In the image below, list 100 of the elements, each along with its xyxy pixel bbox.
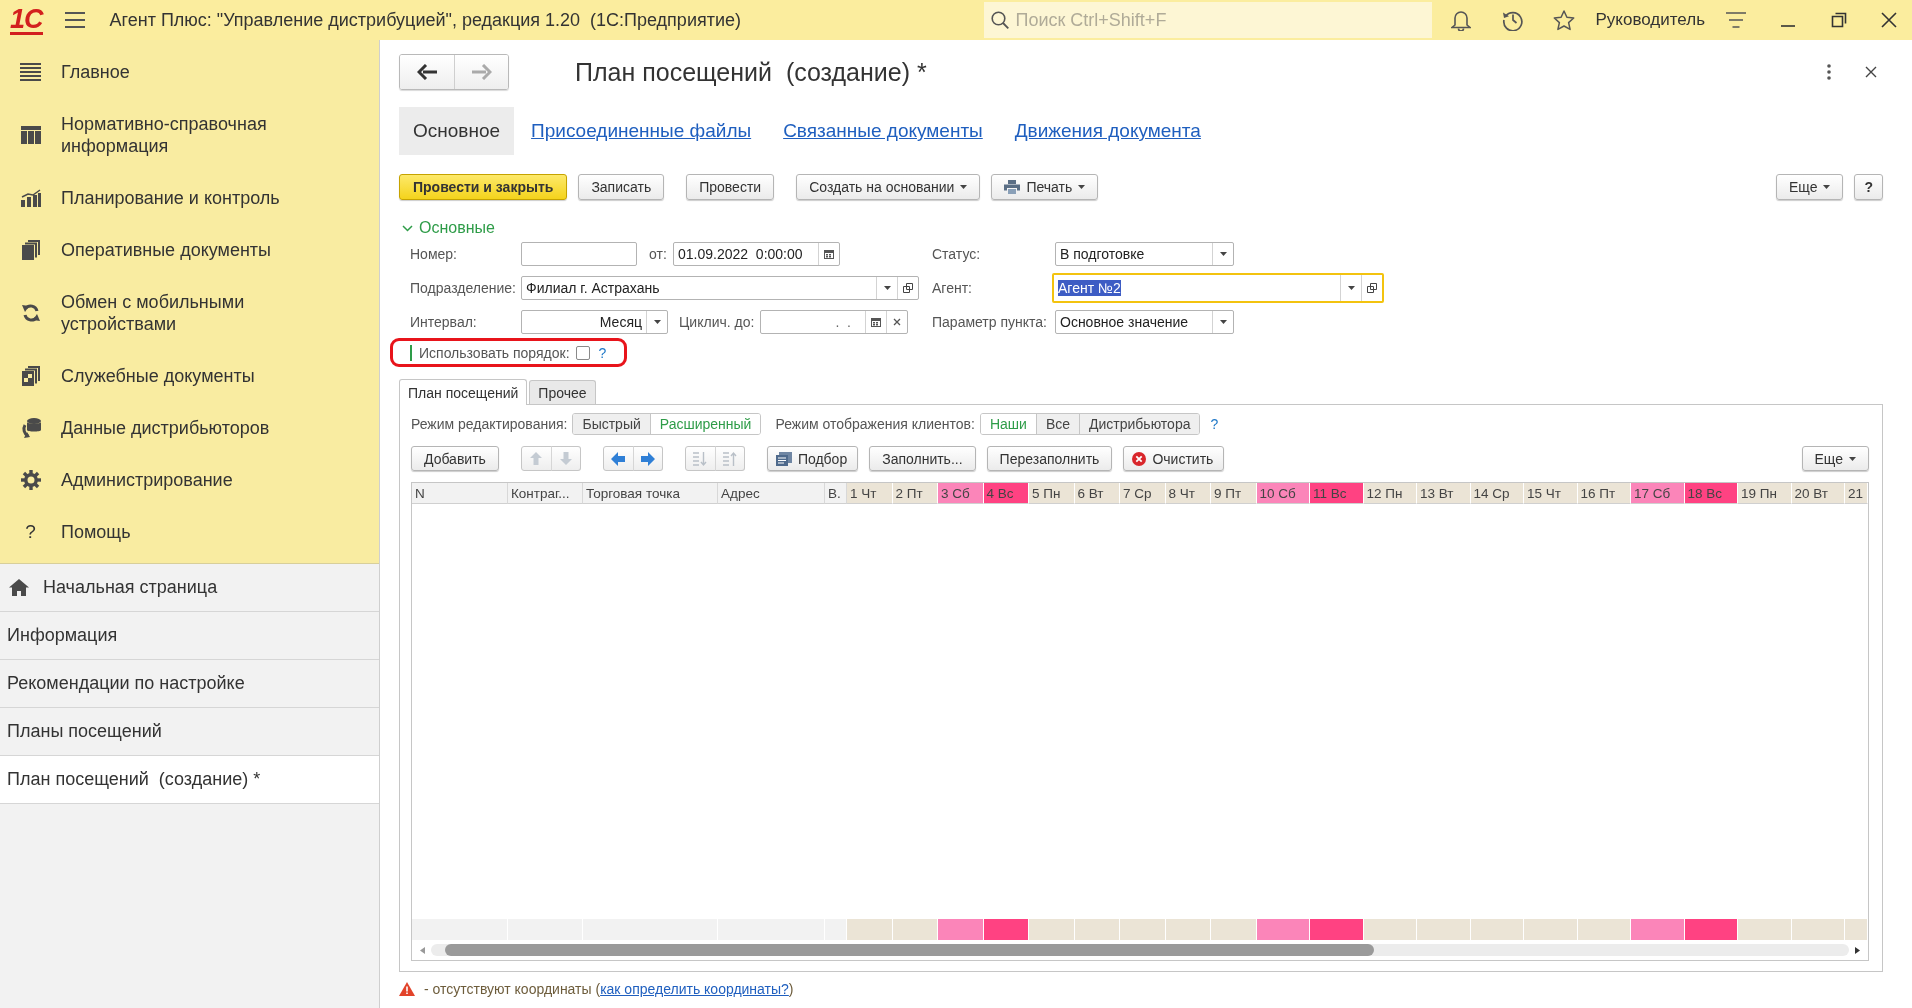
pick-button[interactable]: Подбор [766, 446, 859, 471]
button[interactable]: Записать [578, 174, 665, 200]
column-header[interactable]: 3 Сб [938, 483, 984, 504]
restore-icon[interactable] [1831, 12, 1847, 28]
help-link[interactable]: ? [598, 344, 607, 361]
column-header[interactable]: 9 Пт [1211, 483, 1257, 504]
column-header[interactable]: 19 Пн [1738, 483, 1792, 504]
column-header[interactable]: 8 Чт [1165, 483, 1211, 504]
button[interactable]: Добавить [411, 446, 499, 471]
agent-field[interactable]: Агент №2 [1052, 273, 1384, 303]
documents-icon [21, 366, 40, 386]
lines-menu-icon[interactable] [1726, 12, 1746, 28]
mode-option[interactable]: Расширенный [649, 414, 761, 434]
field-label: от: [649, 246, 668, 262]
tab[interactable]: Прочее [529, 380, 596, 404]
date-field[interactable]: . . [760, 310, 908, 334]
search-field[interactable]: Поиск Ctrl+Shift+F [984, 2, 1433, 38]
history-icon[interactable] [1502, 9, 1525, 31]
home-icon [9, 579, 29, 596]
section-item[interactable]: Оперативные документы [0, 224, 379, 276]
column-header[interactable]: 17 Сб [1631, 483, 1685, 504]
move-left-button[interactable] [602, 446, 634, 471]
documents-icon [21, 240, 40, 260]
status-field[interactable]: В подготовке [1055, 242, 1234, 266]
point-parameter-field[interactable]: Основное значение [1055, 310, 1234, 334]
chevron-down-icon [402, 224, 413, 232]
open-window-item[interactable]: План посещений (создание) * [0, 756, 379, 804]
column-header[interactable]: 13 Вт [1417, 483, 1471, 504]
number-field[interactable] [521, 242, 637, 266]
column-header[interactable]: 2 Пт [892, 483, 938, 504]
interval-field[interactable]: Месяц [521, 310, 668, 334]
caret-icon [1849, 456, 1856, 461]
tab[interactable]: Основное [399, 107, 515, 155]
horizontal-scrollbar[interactable] [431, 944, 1849, 956]
tab[interactable]: План посещений [399, 379, 528, 405]
section-item[interactable]: Планирование и контроль [0, 172, 379, 224]
menu-icon[interactable] [64, 12, 85, 28]
help-link[interactable]: как определить координаты? [600, 981, 789, 997]
section-item[interactable]: Служебные документы [0, 350, 379, 402]
group-header[interactable]: Основные [399, 218, 495, 238]
menu-button[interactable]: Создать на основании [796, 174, 981, 200]
help-link[interactable]: ? [1210, 416, 1219, 432]
date-field[interactable]: 01.09.2022 0:00:00 [673, 242, 840, 266]
column-header[interactable]: 5 Пн [1029, 483, 1075, 504]
button[interactable]: Заполнить... [869, 446, 976, 471]
more-button[interactable]: Еще [1775, 174, 1844, 200]
column-header[interactable]: 20 Вт [1791, 483, 1845, 504]
tab[interactable]: Связанные документы [768, 107, 998, 155]
section-item[interactable]: Администрирование [0, 454, 379, 506]
scroll-left-icon[interactable] [420, 946, 425, 954]
column-header[interactable]: В. [825, 483, 847, 504]
button[interactable]: Перезаполнить [986, 446, 1113, 471]
more-button[interactable]: Еще [1801, 446, 1869, 471]
help-button[interactable]: ? [1854, 174, 1883, 200]
section-item[interactable]: Обмен с мобильными устройствами [0, 276, 379, 350]
scrollbar-thumb[interactable] [445, 944, 1374, 956]
column-header[interactable]: 1 Чт [847, 483, 893, 504]
clear-button[interactable]: Очистить [1123, 446, 1225, 471]
star-icon[interactable] [1553, 9, 1576, 31]
close-icon[interactable] [1881, 12, 1897, 28]
column-header[interactable]: Адрес [718, 483, 825, 504]
mode-option[interactable]: Все [1035, 414, 1079, 434]
arrow-up-icon [530, 452, 543, 465]
column-header[interactable]: 7 Ср [1120, 483, 1166, 504]
back-button[interactable] [400, 55, 454, 89]
column-header[interactable]: 10 Сб [1256, 483, 1310, 504]
arrow-right-icon [471, 64, 492, 80]
more-icon[interactable] [1827, 64, 1831, 80]
caret-icon [1823, 185, 1831, 189]
close-icon[interactable] [1865, 66, 1877, 78]
move-right-button[interactable] [632, 446, 663, 471]
section-item[interactable]: Главное [0, 46, 379, 98]
mode-option[interactable]: Быстрый [573, 414, 650, 434]
print-button[interactable]: Печать [991, 174, 1099, 200]
column-header[interactable]: 16 Пт [1577, 483, 1631, 504]
button[interactable]: Провести и закрыть [399, 174, 568, 200]
column-header[interactable]: 12 Пн [1363, 483, 1417, 504]
column-header[interactable]: 21 [1845, 483, 1868, 504]
caret-icon [1219, 252, 1227, 256]
column-header[interactable]: 15 Чт [1524, 483, 1578, 504]
department-field[interactable]: Филиал г. Астрахань [521, 276, 919, 300]
bell-icon[interactable] [1451, 9, 1472, 31]
checkbox[interactable] [575, 345, 590, 360]
column-header[interactable]: 6 Вт [1074, 483, 1120, 504]
mode-option[interactable]: Дистрибьютора [1079, 414, 1200, 434]
field-label: Интервал: [410, 314, 478, 330]
user-name[interactable]: Руководитель [1595, 10, 1705, 30]
column-header[interactable]: Контраг... [508, 483, 583, 504]
button[interactable]: Провести [686, 174, 775, 200]
tab[interactable]: Присоединенные файлы [516, 107, 767, 155]
section-item[interactable]: Нормативно-справочная информация [0, 98, 379, 172]
tab[interactable]: Движения документа [999, 107, 1216, 155]
section-item[interactable]: ? Помощь [0, 506, 379, 558]
scroll-right-icon[interactable] [1855, 946, 1860, 954]
column-header[interactable]: N [412, 483, 508, 504]
column-header[interactable]: Торговая точка [583, 483, 718, 504]
column-header[interactable]: 14 Ср [1470, 483, 1524, 504]
arrow-left-icon [611, 451, 626, 466]
overlapping-squares-icon [903, 283, 913, 293]
section-item[interactable]: Данные дистрибьюторов [0, 402, 379, 454]
